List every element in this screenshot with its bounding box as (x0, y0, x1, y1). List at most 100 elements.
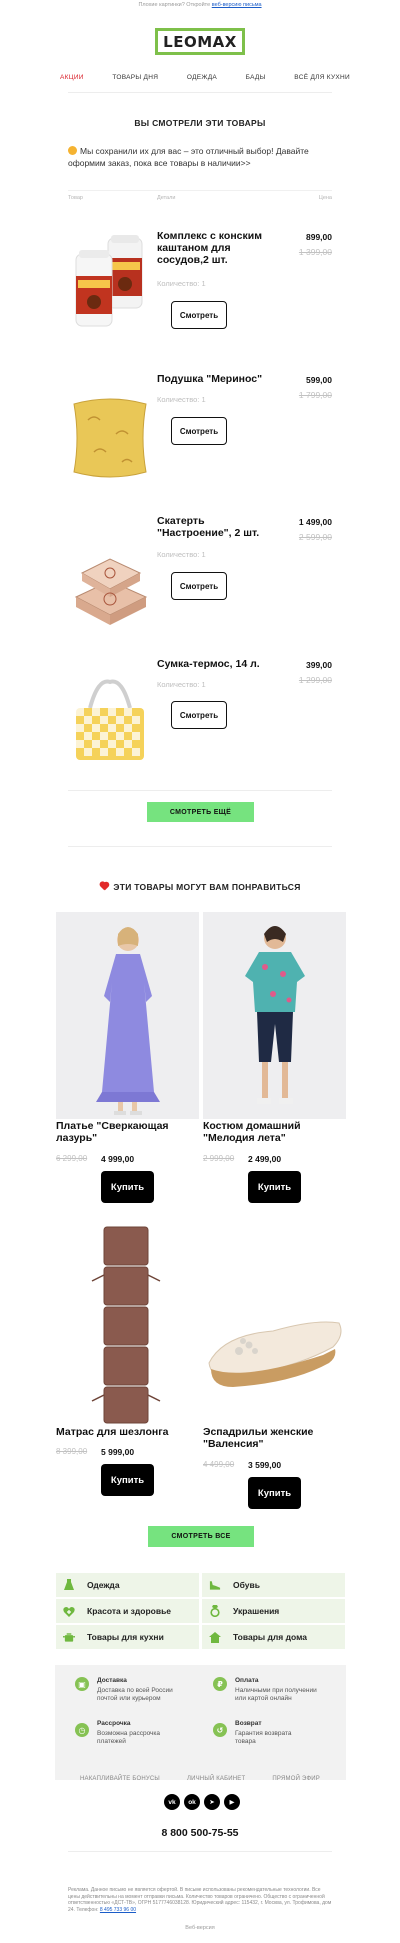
product-price: 5 999,00 (101, 1447, 135, 1457)
product-name[interactable]: Скатерть "Настроение", 2 шт. (157, 515, 277, 539)
menu-item-deals[interactable]: ТОВАРЫ ДНЯ (112, 74, 158, 81)
info-title: Оплата (235, 1677, 259, 1684)
info-title: Доставка (97, 1677, 127, 1684)
category-jewelry[interactable]: Украшения (202, 1599, 345, 1623)
info-text: Доставка по всей России почтой или курье… (97, 1687, 173, 1702)
product-image-dress[interactable] (56, 912, 199, 1119)
product-old-price: 2 999,00 (203, 1154, 235, 1163)
category-shoes[interactable]: Обувь (202, 1573, 345, 1597)
category-kitchen[interactable]: Товары для кухни (56, 1625, 199, 1649)
product-old-price: 8 399,00 (56, 1447, 88, 1456)
product-name[interactable]: Костюм домашний "Мелодия лета" (203, 1120, 346, 1144)
product-qty: Количество: 1 (157, 550, 206, 559)
viewed-intro-text: Мы сохранили их для вас – это отличный в… (68, 146, 309, 168)
clock-icon: ◷ (75, 1723, 89, 1737)
buy-button[interactable]: Купить (101, 1171, 154, 1203)
product-price: 399,00 (306, 660, 332, 670)
menu-item-clothes[interactable]: ОДЕЖДА (187, 74, 217, 81)
logo[interactable]: LEOMAX (155, 28, 245, 55)
heart-eyes-emoji-icon (68, 146, 77, 155)
divider (68, 790, 332, 791)
col-price: Цена (318, 195, 332, 201)
viewed-intro: Мы сохранили их для вас – это отличный в… (68, 145, 332, 169)
product-name[interactable]: Сумка-термос, 14 л. (157, 658, 277, 670)
web-version-footer-link[interactable]: Веб-версия (0, 1925, 400, 1931)
preheader: Плохие картинки? Откройте веб-версию пис… (0, 0, 400, 10)
buy-button[interactable]: Купить (248, 1477, 301, 1509)
pot-icon (63, 1631, 75, 1643)
category-beauty[interactable]: Красота и здоровье (56, 1599, 199, 1623)
ring-icon (209, 1605, 221, 1617)
telegram-icon[interactable]: ➤ (204, 1794, 220, 1810)
box-icon: ▣ (75, 1677, 89, 1691)
top-menu: АКЦИИ ТОВАРЫ ДНЯ ОДЕЖДА БАДЫ ВСЁ ДЛЯ КУХ… (60, 70, 350, 84)
recommend-title-text: ЭТИ ТОВАРЫ МОГУТ ВАМ ПОНРАВИТЬСЯ (113, 882, 301, 892)
footer-link-account[interactable]: ЛИЧНЫЙ КАБИНЕТ (187, 1776, 245, 1782)
ruble-icon: ₽ (213, 1677, 227, 1691)
col-product: Товар (68, 195, 83, 201)
info-text: Наличными при получении или картой онлай… (235, 1687, 317, 1702)
product-name[interactable]: Платье "Сверкающая лазурь" (56, 1120, 199, 1144)
product-name[interactable]: Матрас для шезлонга (56, 1426, 199, 1439)
product-price: 1 499,00 (298, 517, 332, 527)
category-home[interactable]: Товары для дома (202, 1625, 345, 1649)
product-name[interactable]: Комплекс с конским каштаном для сосудов,… (157, 230, 277, 266)
col-details: Детали (157, 195, 176, 201)
see-button[interactable]: Смотреть (171, 572, 227, 600)
preheader-text: Плохие картинки? Откройте (138, 2, 211, 8)
info-text: Возможна рассрочка платежей (97, 1730, 161, 1745)
see-more-button[interactable]: СМОТРЕТЬ ЕЩЁ (147, 802, 254, 822)
ok-icon[interactable]: ok (184, 1794, 200, 1810)
buy-button[interactable]: Купить (248, 1171, 301, 1203)
product-name[interactable]: Подушка "Меринос" (157, 373, 277, 385)
product-price: 899,00 (306, 232, 332, 242)
product-old-price: 4 499,00 (203, 1460, 235, 1469)
see-all-button[interactable]: СМОТРЕТЬ ВСЕ (148, 1526, 254, 1547)
product-old-price: 1 399,00 (298, 247, 332, 257)
return-icon: ↺ (213, 1723, 227, 1737)
heart-plus-icon (63, 1605, 75, 1617)
menu-item-sales[interactable]: АКЦИИ (60, 74, 84, 81)
heart-icon (99, 882, 109, 891)
web-version-link[interactable]: веб-версию письма (212, 2, 262, 8)
category-label: Одежда (87, 1580, 120, 1590)
product-image-mattress[interactable] (56, 1223, 199, 1430)
product-price: 4 999,00 (101, 1154, 135, 1164)
product-old-price: 1 299,00 (298, 675, 332, 685)
footer-link-bonuses[interactable]: НАКАПЛИВАЙТЕ БОНУСЫ (80, 1776, 160, 1782)
shoe-icon (209, 1579, 221, 1591)
vk-icon[interactable]: vk (164, 1794, 180, 1810)
product-image-tablecloth[interactable] (68, 545, 152, 641)
info-text: Гарантия возврата товара (235, 1730, 292, 1745)
product-price: 2 499,00 (248, 1154, 282, 1164)
info-title: Возврат (235, 1720, 262, 1727)
category-clothes[interactable]: Одежда (56, 1573, 199, 1597)
see-button[interactable]: Смотреть (171, 301, 227, 329)
menu-item-kitchen[interactable]: ВСЁ ДЛЯ КУХНИ (294, 74, 350, 81)
menu-divider (68, 92, 332, 93)
product-name[interactable]: Эспадрильи женские "Валенсия" (203, 1426, 346, 1450)
menu-item-supplements[interactable]: БАДЫ (246, 74, 266, 81)
viewed-title: ВЫ СМОТРЕЛИ ЭТИ ТОВАРЫ (134, 118, 266, 128)
product-image-chestnut[interactable] (68, 234, 152, 330)
phone-number[interactable]: 8 800 500-75-55 (0, 1827, 400, 1839)
category-label: Красота и здоровье (87, 1606, 172, 1616)
house-icon (209, 1631, 221, 1643)
see-button[interactable]: Смотреть (171, 417, 227, 445)
product-price: 3 599,00 (248, 1460, 282, 1470)
product-image-home-suit[interactable] (203, 912, 346, 1119)
product-image-pillow[interactable] (68, 390, 152, 486)
legal-phone-link[interactable]: 8 495 733 96 00 (100, 1907, 136, 1913)
product-price: 599,00 (306, 375, 332, 385)
product-image-espadrilles[interactable] (203, 1223, 346, 1430)
buy-button[interactable]: Купить (101, 1464, 154, 1496)
divider (68, 846, 332, 847)
youtube-icon[interactable]: ▶ (224, 1794, 240, 1810)
divider (68, 1851, 332, 1852)
see-button[interactable]: Смотреть (171, 701, 227, 729)
logo-text: LEOMAX (163, 32, 237, 51)
category-label: Товары для кухни (87, 1632, 164, 1642)
category-label: Обувь (233, 1580, 260, 1590)
product-image-thermo-bag[interactable] (68, 672, 152, 768)
footer-link-live[interactable]: ПРЯМОЙ ЭФИР (272, 1776, 320, 1782)
